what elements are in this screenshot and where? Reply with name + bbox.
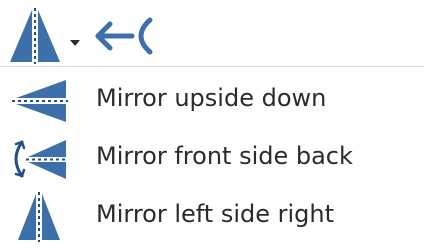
- toolbar: [0, 0, 424, 68]
- mirror-front-back-icon: [8, 134, 70, 184]
- mirror-split-button[interactable]: [6, 6, 90, 66]
- toolbar-divider: [0, 66, 424, 67]
- mirror-menu: Mirror upside down Mirror front side bac…: [0, 68, 424, 249]
- menu-item-mirror-front-side-back[interactable]: Mirror front side back: [0, 130, 424, 188]
- back-arrow-icon[interactable]: [92, 12, 156, 60]
- menu-item-label: Mirror front side back: [96, 142, 353, 170]
- menu-item-mirror-upside-down[interactable]: Mirror upside down: [0, 72, 424, 130]
- mirror-upside-down-icon: [8, 76, 70, 126]
- menu-item-mirror-left-side-right[interactable]: Mirror left side right: [0, 188, 424, 246]
- menu-item-label: Mirror left side right: [96, 200, 335, 228]
- menu-item-label: Mirror upside down: [96, 84, 327, 112]
- dropdown-arrow-icon[interactable]: [68, 34, 82, 46]
- mirror-left-right-icon[interactable]: [6, 6, 64, 66]
- mirror-left-right-icon: [8, 192, 70, 242]
